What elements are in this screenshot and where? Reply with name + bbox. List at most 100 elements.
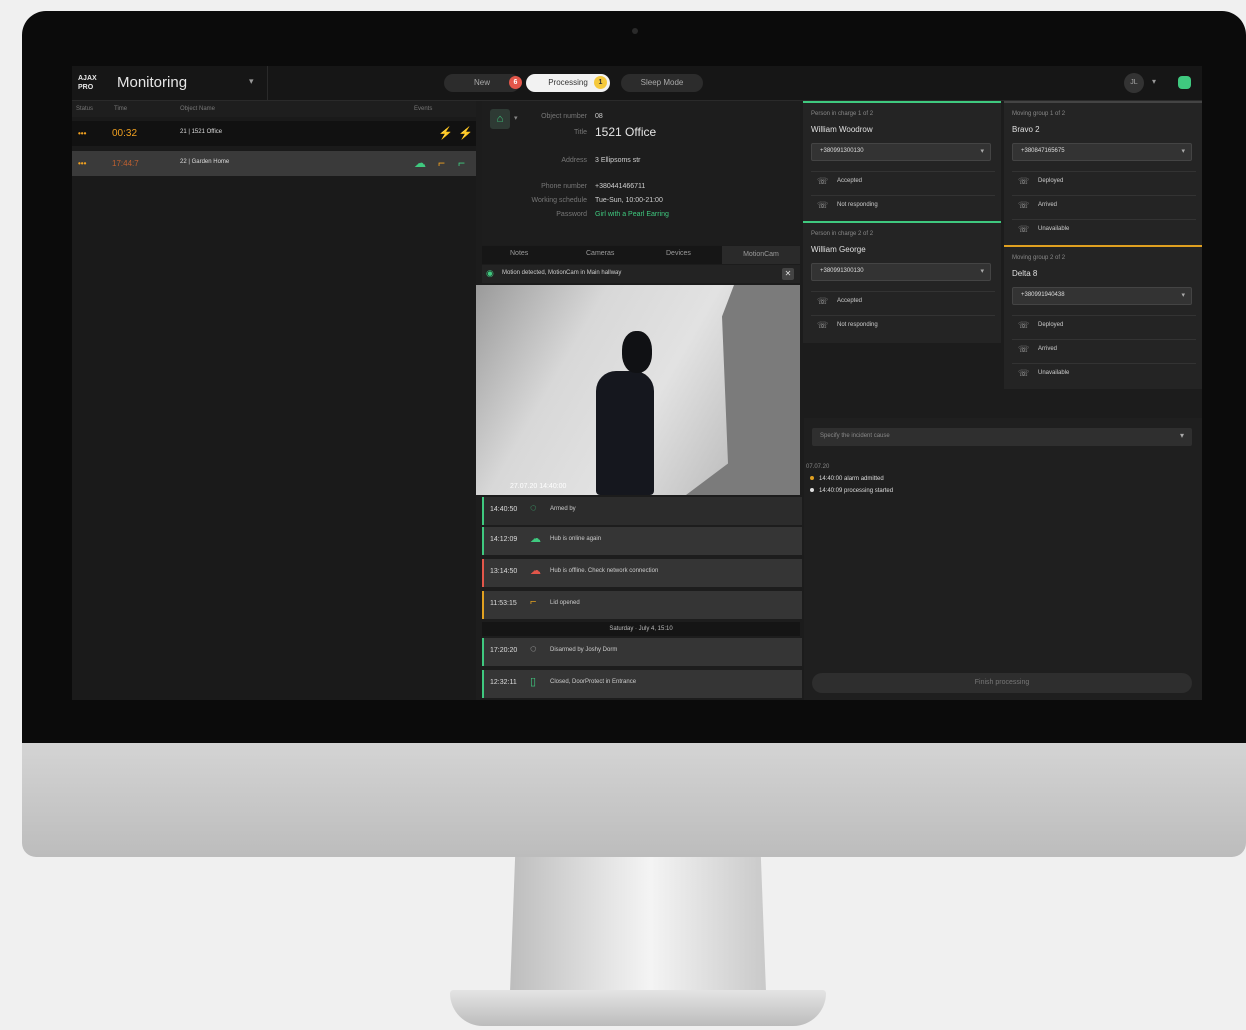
object-name: 21 | 1521 Office: [180, 129, 223, 135]
phone-icon: ☏: [817, 200, 829, 210]
object-details: ⌂ ▾ Object number 08 Title 1521 Office A…: [482, 101, 800, 245]
eye-icon: ◉: [486, 268, 494, 278]
tab-devices[interactable]: Devices: [666, 250, 691, 257]
tab-sleep-mode[interactable]: Sleep Mode: [621, 74, 703, 92]
dot-icon: [810, 476, 814, 480]
phone-label: Phone number: [541, 183, 587, 190]
option-label: Unavailable: [1038, 226, 1070, 232]
option-label: Accepted: [837, 178, 863, 184]
motioncam-icon: ⌐: [438, 156, 446, 170]
option-accepted[interactable]: ☏ Accepted: [811, 291, 995, 312]
title-label: Title: [574, 129, 587, 136]
hub-icon: ☁: [414, 156, 426, 170]
monitor-camera: [632, 28, 638, 34]
chevron-down-icon[interactable]: ▾: [1152, 77, 1156, 86]
table-row[interactable]: ••• 00:32 21 | 1521 Office ⚡ ⚡: [72, 121, 476, 146]
card-subtitle: Moving group 2 of 2: [1012, 255, 1066, 261]
option-label: Deployed: [1038, 322, 1064, 328]
chevron-down-icon[interactable]: ▾: [249, 76, 254, 87]
screen: AJAX PRO Monitoring ▾ New 6 Processing 1…: [72, 66, 1202, 700]
top-bar: AJAX PRO Monitoring ▾ New 6 Processing 1…: [72, 66, 1202, 101]
event-text: Hub is offline. Check network connection: [550, 568, 659, 574]
option-unavailable[interactable]: ☏ Unavailable: [1012, 363, 1196, 384]
phone-select[interactable]: +380847165675 ▾: [1012, 143, 1192, 161]
password-label: Password: [556, 211, 587, 218]
camera-header: ◉ Motion detected, MotionCam in Main hal…: [482, 265, 800, 283]
incident-cause-placeholder: Specify the incident cause: [820, 433, 890, 439]
phone-value: +380847165675: [1021, 148, 1065, 154]
event-time: 11:53:15: [490, 600, 517, 607]
camera-snapshot[interactable]: 27.07.20 14:40:00: [476, 285, 800, 495]
column-status[interactable]: Status: [76, 106, 93, 112]
list-item[interactable]: 14:40:50 ◌ Armed by: [482, 497, 802, 525]
intruder-figure: [596, 371, 654, 495]
option-unavailable[interactable]: ☏ Unavailable: [1012, 219, 1196, 240]
card-subtitle: Person in charge 2 of 2: [811, 231, 874, 237]
list-item[interactable]: 14:12:09 ☁ Hub is online again: [482, 527, 802, 555]
option-arrived[interactable]: ☏ Arrived: [1012, 339, 1196, 360]
phone-icon: ☏: [1018, 200, 1030, 210]
hub-offline-icon: ⚡: [438, 126, 453, 140]
column-events[interactable]: Events: [414, 106, 432, 112]
app-logo: AJAX PRO: [78, 75, 97, 91]
event-text: Lid opened: [550, 600, 580, 606]
finish-processing-button[interactable]: Finish processing: [812, 673, 1192, 693]
close-icon[interactable]: ✕: [782, 268, 794, 280]
chevron-down-icon: ▾: [1179, 431, 1184, 440]
online-status-icon: [1178, 76, 1191, 89]
schedule-label: Working schedule: [531, 197, 587, 204]
option-label: Arrived: [1038, 202, 1058, 208]
table-row[interactable]: ••• 17:44:7 22 | Garden Home ☁ ⌐ ⌐: [72, 151, 476, 176]
tab-motioncam[interactable]: MotionCam: [722, 246, 800, 264]
card-subtitle: Person in charge 1 of 2: [811, 111, 874, 117]
snapshot-timestamp: 27.07.20 14:40:00: [510, 483, 567, 490]
phone-icon: ☏: [1018, 368, 1030, 378]
option-arrived[interactable]: ☏ Arrived: [1012, 195, 1196, 216]
phone-value: +380991940438: [1021, 292, 1065, 298]
list-item[interactable]: 11:53:15 ⌐ Lid opened: [482, 591, 802, 619]
event-time: 14:12:09: [490, 536, 518, 543]
option-accepted[interactable]: ☏ Accepted: [811, 171, 995, 192]
person-name: William George: [811, 245, 866, 254]
object-password: Girl with a Pearl Earring: [595, 211, 669, 218]
intruder-head: [622, 331, 652, 373]
object-title: 1521 Office: [595, 125, 657, 139]
phone-icon: ☏: [817, 296, 829, 306]
person-in-charge-card: Person in charge 2 of 2 William George +…: [803, 221, 1001, 343]
option-deployed[interactable]: ☏ Deployed: [1012, 171, 1196, 192]
phone-icon: ☏: [1018, 320, 1030, 330]
list-item[interactable]: 13:14:50 ☁ Hub is offline. Check network…: [482, 559, 802, 587]
column-time[interactable]: Time: [114, 106, 127, 112]
tab-cameras[interactable]: Cameras: [586, 250, 614, 257]
event-text: Hub is online again: [550, 536, 602, 542]
phone-select[interactable]: +380991300130 ▾: [811, 143, 991, 161]
chevron-down-icon: ▾: [1181, 148, 1185, 155]
status-indicator: •••: [78, 159, 87, 168]
incident-cause-select[interactable]: Specify the incident cause ▾: [812, 428, 1192, 446]
phone-select[interactable]: +380991300130 ▾: [811, 263, 991, 281]
moving-group-card: Moving group 2 of 2 Delta 8 +38099194043…: [1004, 245, 1202, 389]
option-label: Unavailable: [1038, 370, 1070, 376]
tab-notes[interactable]: Notes: [510, 250, 528, 257]
phone-icon: ☏: [817, 320, 829, 330]
object-address: 3 Ellipsoms str: [595, 157, 641, 164]
door-icon: ▯: [530, 676, 537, 688]
list-item[interactable]: 17:20:20 ◌ Disarmed by Joshy Dorm: [482, 638, 802, 666]
log-text: 14:40:09 processing started: [819, 488, 894, 494]
option-label: Not responding: [837, 322, 878, 328]
list-item[interactable]: 12:32:11 ▯ Closed, DoorProtect in Entran…: [482, 670, 802, 698]
log-entry: 14:40:00 alarm admitted: [810, 476, 884, 482]
monitor-foot: [450, 990, 826, 1026]
column-object[interactable]: Object Name: [180, 106, 215, 112]
user-avatar[interactable]: JL: [1124, 73, 1144, 93]
option-not-responding[interactable]: ☏ Not responding: [811, 195, 995, 216]
object-name: 22 | Garden Home: [180, 159, 230, 165]
alarm-time: 00:32: [112, 128, 138, 139]
address-label: Address: [561, 157, 587, 164]
phone-select[interactable]: +380991940438 ▾: [1012, 287, 1192, 305]
log-date: 07.07.20: [806, 464, 830, 470]
option-not-responding[interactable]: ☏ Not responding: [811, 315, 995, 336]
event-time: 13:14:50: [490, 568, 518, 575]
option-deployed[interactable]: ☏ Deployed: [1012, 315, 1196, 336]
phone-icon: ☏: [1018, 176, 1030, 186]
